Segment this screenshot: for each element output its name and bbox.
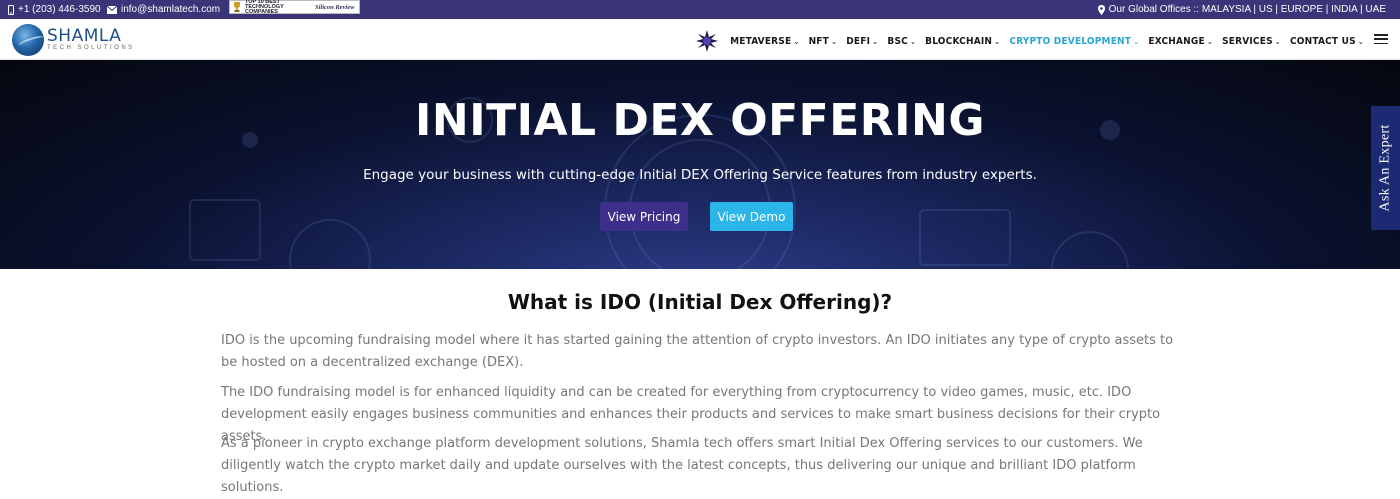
hamburger-icon[interactable] <box>1374 34 1388 44</box>
chevron-down-icon: ⌄ <box>1206 36 1214 46</box>
chevron-down-icon: ⌄ <box>1357 36 1364 46</box>
site-header: SHAMLA TECH SOLUTIONS METAVERSE ⌄ NFT ⌄ DE… <box>0 19 1400 60</box>
award-badge-text: TOP 10 BEST TECHNOLOGY COMPANIES <box>245 0 284 15</box>
global-offices-text: Our Global Offices :: MALAYSIA | US | EU… <box>1108 4 1386 15</box>
trophy-icon <box>233 2 241 12</box>
nav-item-metaverse[interactable]: METAVERSE ⌄ <box>730 36 799 47</box>
global-offices: Our Global Offices :: MALAYSIA | US | EU… <box>1097 4 1386 15</box>
site-logo[interactable]: SHAMLA TECH SOLUTIONS <box>12 24 135 56</box>
ask-an-expert-tab[interactable]: Ask An Expert <box>1371 106 1400 230</box>
chevron-down-icon: ⌄ <box>1274 36 1281 46</box>
nav-item-crypto-development[interactable]: CRYPTO DEVELOPMENT ⌄ <box>1009 36 1139 47</box>
nav-item-bsc[interactable]: BSC ⌄ <box>887 36 916 47</box>
globe-logo-icon <box>12 24 44 56</box>
nav-item-nft[interactable]: NFT ⌄ <box>809 36 838 47</box>
chevron-down-icon: ⌄ <box>831 36 838 46</box>
chevron-down-icon: ⌄ <box>872 36 879 46</box>
nav-item-label: EXCHANGE <box>1148 35 1205 47</box>
logo-sub-text: TECH SOLUTIONS <box>47 45 135 51</box>
email-contact[interactable]: info@shamlatech.com <box>107 4 220 15</box>
nav-item-label: NFT <box>808 35 829 47</box>
envelope-icon <box>107 5 117 14</box>
award-badge-publisher: Silicon Review <box>315 3 355 11</box>
nav-item-label: DEFI <box>846 35 871 47</box>
hero-banner: INITIAL DEX OFFERING Engage your busines… <box>0 60 1400 269</box>
hero-title: INITIAL DEX OFFERING <box>415 95 985 146</box>
top-bar: +1 (203) 446-3590 info@shamlatech.com TO… <box>0 0 1400 19</box>
nav-item-label: BSC <box>887 35 908 47</box>
ask-an-expert-label: Ask An Expert <box>1377 124 1393 212</box>
nav-item-blockchain[interactable]: BLOCKCHAIN ⌄ <box>925 36 1000 47</box>
main-nav: METAVERSE ⌄ NFT ⌄ DEFI ⌄ BSC ⌄ BLOCKCHAIN ⌄ C… <box>696 30 1364 52</box>
nav-item-contact-us[interactable]: CONTACT US ⌄ <box>1290 36 1364 47</box>
chevron-down-icon: ⌄ <box>994 36 1001 46</box>
nav-item-defi[interactable]: DEFI ⌄ <box>846 36 878 47</box>
phone-contact[interactable]: +1 (203) 446-3590 <box>8 4 101 15</box>
view-demo-button[interactable]: View Demo <box>710 202 793 231</box>
nav-item-label: METAVERSE <box>730 35 792 47</box>
metaverse-logo-icon <box>696 30 719 52</box>
view-pricing-button[interactable]: View Pricing <box>600 202 688 231</box>
hero-background-graphic <box>189 97 1129 269</box>
nav-item-exchange[interactable]: EXCHANGE ⌄ <box>1148 36 1213 47</box>
section-heading: What is IDO (Initial Dex Offering)? <box>507 290 893 314</box>
nav-item-services[interactable]: SERVICES ⌄ <box>1222 36 1281 47</box>
map-marker-icon <box>1097 4 1105 15</box>
email-address: info@shamlatech.com <box>121 4 221 15</box>
logo-brand-text: SHAMLA <box>47 26 122 46</box>
chevron-down-icon: ⌄ <box>1133 36 1140 46</box>
hero-tagline: Engage your business with cutting-edge I… <box>363 167 1037 183</box>
award-badge[interactable]: TOP 10 BEST TECHNOLOGY COMPANIES Silicon… <box>229 0 360 14</box>
nav-item-label: BLOCKCHAIN <box>925 35 993 47</box>
nav-item-label: CONTACT US <box>1290 35 1356 47</box>
paragraph: IDO is the upcoming fundraising model wh… <box>221 333 1174 370</box>
nav-item-label: SERVICES <box>1222 35 1273 47</box>
paragraph: As a pioneer in crypto exchange platform… <box>221 436 1143 495</box>
phone-icon <box>8 4 14 15</box>
chevron-down-icon: ⌄ <box>909 36 917 46</box>
nav-item-label: CRYPTO DEVELOPMENT <box>1009 35 1132 47</box>
chevron-down-icon: ⌄ <box>793 36 800 46</box>
phone-number: +1 (203) 446-3590 <box>18 4 101 15</box>
